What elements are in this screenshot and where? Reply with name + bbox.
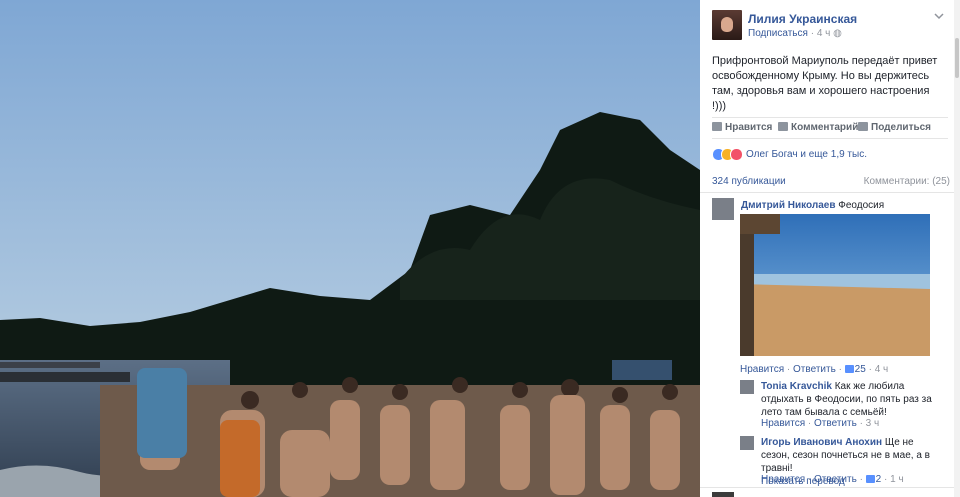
comment-text: Феодосия [838,200,885,211]
divider [700,192,954,193]
divider [700,487,954,488]
commenter-avatar[interactable] [712,198,734,220]
reply-actions: Нравится · Ответить · 3 ч [761,418,880,429]
globe-icon: ◍ [833,28,842,39]
post-actions: Нравится Комментарий Поделиться [712,117,948,139]
reply-reply-link[interactable]: Ответить [814,418,857,429]
post-header: Лилия Украинская Подписаться · 4 ч ◍ [712,10,948,42]
comment-time[interactable]: 4 ч [875,364,889,375]
reply-likes-count[interactable]: 2 [876,474,882,485]
comment-actions: Нравится · Ответить · 25 · 4 ч [740,364,889,375]
comment-body: Дмитрий Николаев Феодосия [741,199,884,212]
comment-reply-link[interactable]: Ответить [793,364,836,375]
reactions-text[interactable]: Олег Богач и еще 1,9 тыс. [746,149,867,160]
replier-name[interactable]: Игорь Иванович Анохин [761,437,882,448]
love-reaction-icon [730,148,743,161]
post-meta: Подписаться · 4 ч ◍ [748,28,842,39]
reactions-summary[interactable]: Олег Богач и еще 1,9 тыс. [712,148,948,162]
reply-like-link[interactable]: Нравится [761,418,805,429]
scrollbar[interactable] [954,0,960,497]
post-photo[interactable] [0,0,700,497]
comment-like-link[interactable]: Нравится [740,364,784,375]
author-name[interactable]: Лилия Украинская [748,12,857,26]
comment-likes-count[interactable]: 25 [855,364,866,375]
beach-photo-image [0,0,700,497]
reply-time[interactable]: 1 ч [890,474,904,485]
next-commenter-avatar[interactable] [712,492,734,497]
replier-avatar[interactable] [740,380,754,394]
post-stats: 324 публикации Комментарии: (25) [712,176,950,190]
thumb-icon [844,365,854,373]
reply-reply-link[interactable]: Ответить [814,474,857,485]
reply-actions: Нравится · Ответить · 2 · 1 ч [761,474,904,485]
share-icon [858,122,868,131]
post-sidebar: Лилия Украинская Подписаться · 4 ч ◍ При… [700,0,960,497]
post-text: Прифронтовой Мариуполь передаёт привет о… [712,55,938,112]
comment-photo[interactable] [740,214,930,356]
reply-time[interactable]: 3 ч [866,418,880,429]
like-button[interactable]: Нравится [712,122,772,133]
reply-like-link[interactable]: Нравится [761,474,805,485]
scrollbar-thumb[interactable] [955,38,959,78]
thumb-icon [865,475,875,483]
comment-button[interactable]: Комментарий [778,122,858,133]
comment-icon [778,122,788,131]
comments-count[interactable]: Комментарии: (25) [864,176,950,187]
shares-count[interactable]: 324 публикации [712,176,786,187]
replier-avatar[interactable] [740,436,754,450]
share-button[interactable]: Поделиться [858,122,931,133]
replier-name[interactable]: Tonia Kravchik [761,381,832,392]
reply-body: Tonia Kravchik Как же любила отдыхать в … [761,380,940,419]
commenter-name[interactable]: Дмитрий Николаев [741,200,835,211]
like-icon [712,122,722,131]
author-avatar[interactable] [712,10,742,40]
post-time[interactable]: 4 ч [817,28,831,39]
follow-link[interactable]: Подписаться [748,28,808,39]
beach-photo-image [740,214,930,356]
chevron-down-icon[interactable] [934,12,946,22]
